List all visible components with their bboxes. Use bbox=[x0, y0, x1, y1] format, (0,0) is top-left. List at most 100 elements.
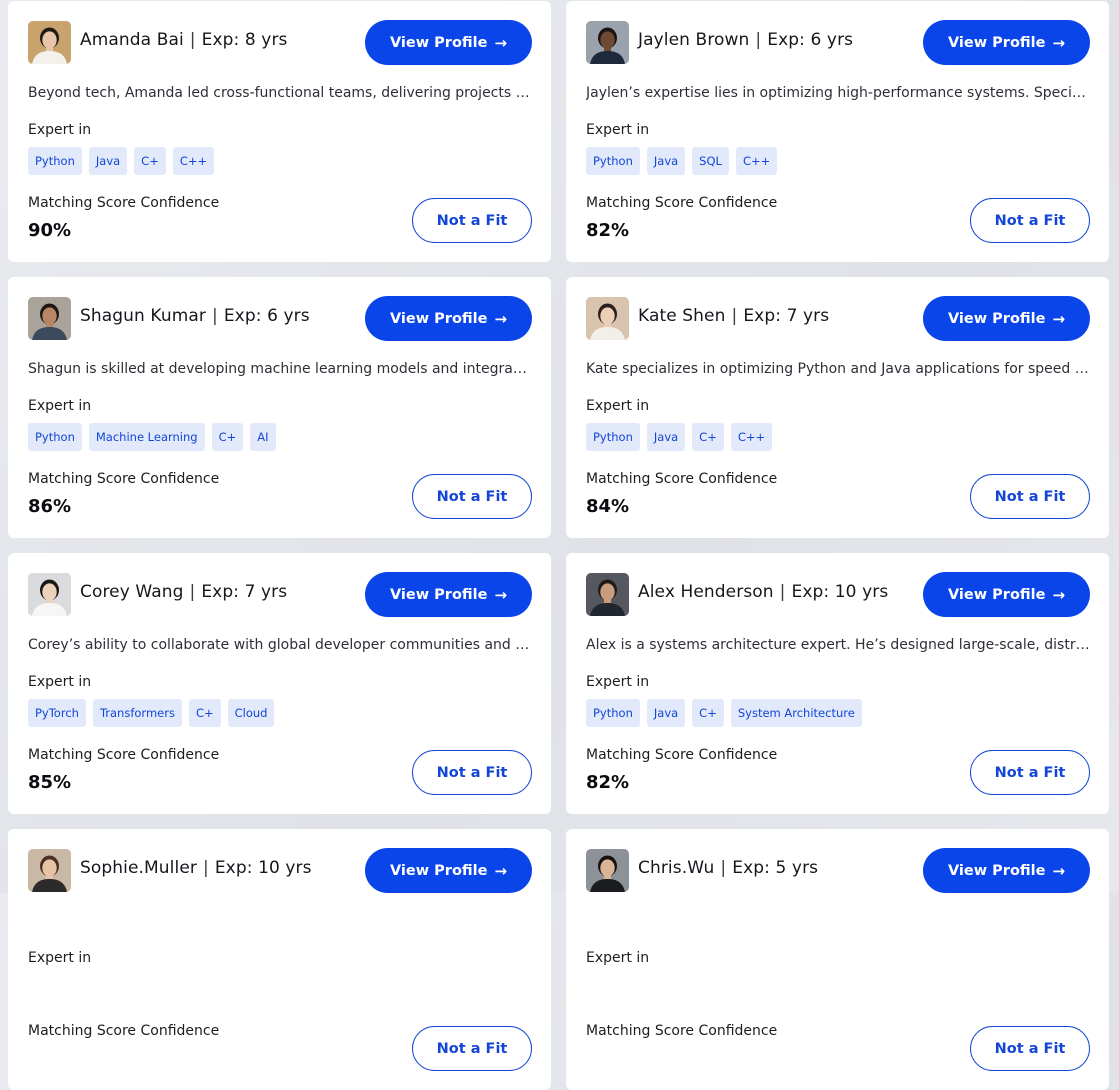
candidate-header: Shagun Kumar | Exp: 6 yrs bbox=[80, 306, 310, 326]
not-a-fit-button[interactable]: Not a Fit bbox=[970, 474, 1090, 519]
avatar bbox=[586, 297, 629, 340]
view-profile-button[interactable]: View Profile → bbox=[923, 296, 1090, 341]
avatar bbox=[586, 21, 629, 64]
candidate-bio: Jaylen’s expertise lies in optimizing hi… bbox=[586, 85, 1090, 101]
avatar bbox=[28, 21, 71, 64]
experience-value: 7 yrs bbox=[786, 306, 830, 326]
skill-tags: Python Java SQL C++ bbox=[586, 147, 778, 175]
arrow-right-icon: → bbox=[494, 309, 508, 328]
skill-tag: Python bbox=[586, 147, 640, 175]
view-profile-label: View Profile bbox=[389, 586, 488, 603]
candidate-header: Corey Wang | Exp: 7 yrs bbox=[80, 582, 287, 602]
arrow-right-icon: → bbox=[1052, 309, 1066, 328]
matching-score-label: Matching Score Confidence bbox=[28, 471, 220, 487]
view-profile-button[interactable]: View Profile → bbox=[365, 296, 532, 341]
portrait-icon bbox=[586, 849, 629, 892]
expert-in-label: Expert in bbox=[586, 122, 650, 138]
not-a-fit-label: Not a Fit bbox=[436, 1040, 508, 1057]
avatar bbox=[28, 849, 71, 892]
not-a-fit-button[interactable]: Not a Fit bbox=[412, 474, 532, 519]
not-a-fit-button[interactable]: Not a Fit bbox=[412, 1026, 532, 1071]
candidate-name: Corey Wang bbox=[80, 582, 184, 602]
avatar bbox=[28, 297, 71, 340]
exp-prefix: Exp: bbox=[732, 858, 770, 878]
skill-tag: Python bbox=[28, 423, 82, 451]
matching-score-label: Matching Score Confidence bbox=[28, 747, 220, 763]
candidate-card: Amanda Bai | Exp: 8 yrs View Profile → Beyo… bbox=[8, 1, 551, 262]
matching-score-value: 84% bbox=[586, 496, 630, 517]
view-profile-button[interactable]: View Profile → bbox=[365, 20, 532, 65]
candidate-bio: Kate specializes in optimizing Python an… bbox=[586, 361, 1090, 377]
view-profile-button[interactable]: View Profile → bbox=[365, 572, 532, 617]
exp-prefix: Exp: bbox=[201, 30, 240, 50]
matching-score-label: Matching Score Confidence bbox=[586, 1023, 778, 1039]
arrow-right-icon: → bbox=[494, 33, 508, 52]
experience-value: 6 yrs bbox=[810, 30, 854, 50]
view-profile-label: View Profile bbox=[947, 862, 1046, 879]
arrow-right-icon: → bbox=[1052, 33, 1066, 52]
skill-tags: Python Java C+ C++ bbox=[28, 147, 215, 175]
skill-tag: System Architecture bbox=[730, 699, 862, 727]
skill-tags: Python Machine Learning C+ AI bbox=[28, 423, 276, 451]
candidate-card: Sophie.Muller | Exp: 10 yrs View Profile → … bbox=[8, 829, 551, 1090]
portrait-icon bbox=[28, 21, 71, 64]
candidate-bio: Shagun is skilled at developing machine … bbox=[28, 361, 532, 377]
skill-tag: AI bbox=[250, 423, 276, 451]
candidate-header: Chris.Wu | Exp: 5 yrs bbox=[638, 858, 818, 878]
not-a-fit-button[interactable]: Not a Fit bbox=[412, 198, 532, 243]
matching-score-value: 90% bbox=[28, 220, 72, 241]
skill-tag: C+ bbox=[134, 147, 166, 175]
view-profile-button[interactable]: View Profile → bbox=[923, 572, 1090, 617]
not-a-fit-label: Not a Fit bbox=[994, 764, 1066, 781]
candidate-name: Chris.Wu bbox=[638, 858, 715, 878]
avatar bbox=[28, 573, 71, 616]
candidate-card: Jaylen Brown | Exp: 6 yrs View Profile → Ja… bbox=[566, 1, 1109, 262]
separator: | bbox=[202, 858, 209, 878]
experience-value: 6 yrs bbox=[267, 306, 310, 326]
view-profile-button[interactable]: View Profile → bbox=[923, 848, 1090, 893]
expert-in-label: Expert in bbox=[28, 950, 92, 966]
not-a-fit-label: Not a Fit bbox=[436, 764, 508, 781]
portrait-icon bbox=[28, 849, 71, 892]
not-a-fit-button[interactable]: Not a Fit bbox=[970, 750, 1090, 795]
candidate-header: Amanda Bai | Exp: 8 yrs bbox=[80, 30, 288, 50]
matching-score-label: Matching Score Confidence bbox=[28, 1023, 220, 1039]
portrait-icon bbox=[586, 297, 629, 340]
skill-tag: Python bbox=[28, 147, 82, 175]
expert-in-label: Expert in bbox=[28, 674, 92, 690]
separator: | bbox=[189, 582, 196, 602]
view-profile-button[interactable]: View Profile → bbox=[923, 20, 1090, 65]
exp-prefix: Exp: bbox=[223, 306, 262, 326]
experience-value: 10 yrs bbox=[258, 858, 312, 878]
candidate-card: Shagun Kumar | Exp: 6 yrs View Profile → Sh… bbox=[8, 277, 551, 538]
skill-tag: C+ bbox=[188, 699, 221, 727]
skill-tag: C++ bbox=[735, 147, 778, 175]
skill-tag: Machine Learning bbox=[88, 423, 205, 451]
exp-prefix: Exp: bbox=[743, 306, 782, 326]
experience-value: 7 yrs bbox=[244, 582, 288, 602]
matching-score-label: Matching Score Confidence bbox=[586, 471, 778, 487]
skill-tags: Python Java C+ C++ bbox=[586, 423, 773, 451]
not-a-fit-button[interactable]: Not a Fit bbox=[412, 750, 532, 795]
expert-in-label: Expert in bbox=[586, 950, 650, 966]
portrait-icon bbox=[28, 573, 71, 616]
expert-in-label: Expert in bbox=[586, 398, 650, 414]
skill-tag: SQL bbox=[692, 147, 729, 175]
arrow-right-icon: → bbox=[1052, 861, 1066, 880]
candidate-card: Corey Wang | Exp: 7 yrs View Profile → Core… bbox=[8, 553, 551, 814]
skill-tag: Java bbox=[88, 147, 128, 175]
not-a-fit-label: Not a Fit bbox=[436, 488, 508, 505]
arrow-right-icon: → bbox=[494, 861, 508, 880]
arrow-right-icon: → bbox=[494, 585, 508, 604]
skill-tag: C++ bbox=[730, 423, 773, 451]
skill-tags: PyTorch Transformers C+ Cloud bbox=[28, 699, 275, 727]
not-a-fit-label: Not a Fit bbox=[994, 212, 1066, 229]
candidate-bio: Alex is a systems architecture expert. H… bbox=[586, 637, 1090, 653]
not-a-fit-button[interactable]: Not a Fit bbox=[970, 198, 1090, 243]
matching-score-value: 82% bbox=[586, 220, 630, 241]
candidate-name: Sophie.Muller bbox=[80, 858, 197, 878]
view-profile-label: View Profile bbox=[947, 586, 1046, 603]
view-profile-button[interactable]: View Profile → bbox=[365, 848, 532, 893]
not-a-fit-button[interactable]: Not a Fit bbox=[970, 1026, 1090, 1071]
candidate-name: Alex Henderson bbox=[638, 582, 774, 602]
